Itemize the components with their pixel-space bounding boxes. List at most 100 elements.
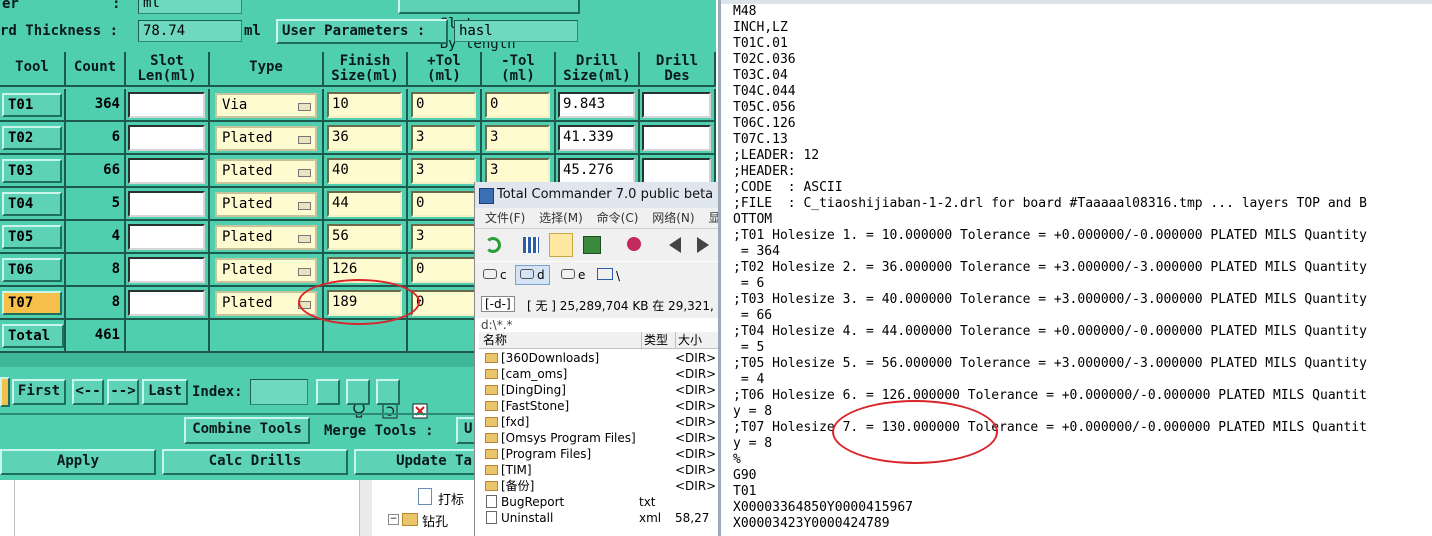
slots-select[interactable]: Slots: By length [398,0,580,52]
plus-tol-input[interactable]: 3 [411,125,476,151]
file-list-item[interactable]: [cam_oms] <DIR> [479,366,719,382]
col-size[interactable]: 大小 [675,332,702,348]
drive-e-button[interactable]: e [561,268,585,282]
tree-item-label[interactable]: 打标 [438,489,464,508]
tool-icon[interactable] [627,237,641,251]
type-select[interactable]: Plated [215,159,317,184]
file-list-item[interactable]: [360Downloads] <DIR> [479,350,719,366]
tc-menu-file[interactable]: 文件(F) [485,211,525,225]
lightbulb-icon[interactable] [316,379,365,418]
slot-length-input[interactable] [128,125,205,151]
plus-tol-input[interactable]: 3 [411,158,476,184]
tc-menu-select[interactable]: 选择(M) [539,211,583,225]
minus-tol-input[interactable]: 3 [485,125,550,151]
next-button[interactable]: --> [107,379,139,405]
tool-select-button[interactable]: T02 [2,126,62,150]
prev-button[interactable]: <-- [72,379,104,405]
tree-item-label[interactable]: 钻孔 [422,511,448,530]
slot-length-input[interactable] [128,158,205,184]
plus-tol-input[interactable]: 0 [411,290,476,316]
plus-tol-input[interactable]: 0 [411,191,476,217]
calc-drills-button[interactable]: Calc Drills [162,449,348,475]
drill-des-input[interactable] [642,158,711,184]
tc-menu-command[interactable]: 命令(C) [597,211,639,225]
file-list-item[interactable]: Uninstall xml 58,27 [479,510,719,526]
apply-button[interactable]: Apply [0,449,156,475]
tool-select-button[interactable]: T06 [2,258,62,282]
refresh-icon[interactable] [346,379,398,419]
plus-tol-input[interactable]: 3 [411,224,476,250]
type-select[interactable]: Plated [215,192,317,217]
type-select[interactable]: Plated [215,258,317,283]
drive-c-button[interactable]: c [483,268,507,282]
col-header-tool: Tool [0,52,66,87]
minus-tol-input[interactable]: 0 [485,92,550,118]
dropdown-icon[interactable] [298,136,311,144]
col-name[interactable]: 名称 [483,332,507,348]
drill-des-input[interactable] [642,125,711,151]
slot-length-input[interactable] [128,191,205,217]
file-list-item[interactable]: [DingDing] <DIR> [479,382,719,398]
file-list-item[interactable]: BugReport txt [479,494,719,510]
table-cell: 3 [408,122,482,155]
plus-tol-input[interactable]: 0 [411,92,476,118]
drive-select[interactable]: [-d-] [481,296,515,312]
collapse-icon[interactable]: − [388,514,399,525]
slot-length-input[interactable] [128,257,205,283]
combine-tools-button[interactable]: Combine Tools [184,417,310,444]
network-drive-button[interactable]: \ [597,268,620,283]
drill-size-input[interactable]: 45.276 [558,158,635,184]
dropdown-icon[interactable] [298,103,311,111]
detail-view-icon[interactable] [549,233,573,257]
tool-select-button[interactable]: T04 [2,192,62,216]
slot-length-input[interactable] [128,224,205,250]
drill-des-input[interactable] [642,92,711,118]
tool-select-button[interactable]: T01 [2,93,62,117]
file-list-item[interactable]: [FastStone] <DIR> [479,398,719,414]
refresh-icon[interactable] [485,237,501,253]
type-select[interactable]: Via [215,93,317,118]
minus-tol-input[interactable]: 3 [485,158,550,184]
dropdown-icon[interactable] [298,202,311,210]
file-list-item[interactable]: [TIM] <DIR> [479,462,719,478]
file-list-item[interactable]: [fxd] <DIR> [479,414,719,430]
finish-size-input[interactable]: 44 [327,191,402,217]
explorer-scrollbar[interactable] [360,480,372,536]
back-arrow-icon[interactable] [669,237,681,253]
board-thickness-input[interactable]: 78.74 [138,20,242,42]
dropdown-icon[interactable] [298,169,311,177]
tool-select-button[interactable]: T05 [2,225,62,249]
slot-length-input[interactable] [128,290,205,316]
tool-select-button[interactable]: T07 [2,291,62,315]
drill-size-input[interactable]: 9.843 [558,92,635,118]
drive-d-button[interactable]: d [515,265,550,285]
last-button[interactable]: Last [142,379,188,405]
grid-view-icon[interactable] [523,237,539,253]
finish-size-input[interactable]: 36 [327,125,402,151]
tc-menu-network[interactable]: 网络(N) [652,211,694,225]
file-list-item[interactable]: [Program Files] <DIR> [479,446,719,462]
plus-tol-input[interactable]: 0 [411,257,476,283]
file-list-item[interactable]: [备份] <DIR> [479,478,719,494]
top-left-field[interactable]: ml [138,0,242,14]
file-list-item[interactable]: [Omsys Program Files] <DIR> [479,430,719,446]
drill-size-input[interactable]: 41.339 [558,125,635,151]
type-select[interactable]: Plated [215,126,317,151]
col-type[interactable]: 类型 [641,332,668,348]
finish-size-input[interactable]: 40 [327,158,402,184]
dropdown-icon[interactable] [298,268,311,276]
finish-size-input[interactable]: 10 [327,92,402,118]
forward-arrow-icon[interactable] [697,237,709,253]
finish-size-input[interactable]: 56 [327,224,402,250]
user-parameters-button[interactable]: User Parameters : [276,19,448,44]
dropdown-icon[interactable] [298,235,311,243]
slot-length-input[interactable] [128,92,205,118]
text-editor[interactable]: M48 INCH,LZ T01C.01 T02C.036 T03C.04 T04C.044… [718,0,1432,536]
tool-select-button[interactable]: T03 [2,159,62,183]
user-parameters-input[interactable]: hasl [454,20,578,42]
first-button[interactable]: First [12,379,66,405]
type-select[interactable]: Plated [215,225,317,250]
delete-icon[interactable] [376,379,428,419]
thumbnail-icon[interactable] [583,236,601,254]
index-input[interactable] [250,379,308,405]
